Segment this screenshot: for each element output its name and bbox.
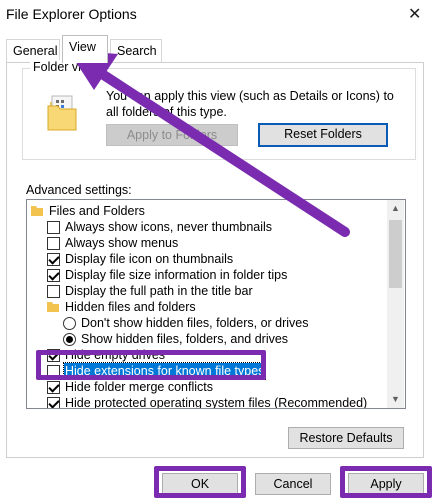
setting-hide-merge-conflicts[interactable]: Hide folder merge conflicts xyxy=(27,379,387,395)
scroll-thumb[interactable] xyxy=(389,220,402,288)
setting-show-hidden[interactable]: Show hidden files, folders, and drives xyxy=(27,331,387,347)
setting-dont-show-hidden[interactable]: Don't show hidden files, folders, or dri… xyxy=(27,315,387,331)
title-bar: File Explorer Options ✕ xyxy=(0,0,432,30)
close-icon[interactable]: ✕ xyxy=(408,4,421,24)
setting-label: Hide extensions for known file types xyxy=(62,362,267,380)
checkbox[interactable] xyxy=(47,285,60,298)
apply-to-folders-button[interactable]: Apply to Folders xyxy=(106,124,238,146)
folder-views-icon xyxy=(47,95,77,131)
setting-label: Display file icon on thumbnails xyxy=(65,252,234,266)
checkbox[interactable] xyxy=(47,349,60,362)
checkbox[interactable] xyxy=(47,397,60,408)
setting-label: Display the full path in the title bar xyxy=(65,284,253,298)
checkbox[interactable] xyxy=(47,269,60,282)
checkbox[interactable] xyxy=(47,253,60,266)
setting-label: Hide empty drives xyxy=(65,348,166,362)
tree-label: Files and Folders xyxy=(49,204,145,218)
tab-search[interactable]: Search xyxy=(110,39,162,63)
setting-label: Don't show hidden files, folders, or dri… xyxy=(81,316,309,330)
setting-hide-empty-drives[interactable]: Hide empty drives xyxy=(27,347,387,363)
setting-label: Hide folder merge conflicts xyxy=(65,380,213,394)
setting-label: Always show menus xyxy=(65,236,179,250)
window-title: File Explorer Options xyxy=(6,6,137,22)
tree-folder-files-and-folders: Files and Folders xyxy=(27,203,387,219)
scroll-down-icon[interactable]: ▼ xyxy=(387,391,404,408)
setting-display-full-path[interactable]: Display the full path in the title bar xyxy=(27,283,387,299)
setting-label: Always show icons, never thumbnails xyxy=(65,220,273,234)
folder-icon xyxy=(31,206,43,216)
setting-always-show-icons[interactable]: Always show icons, never thumbnails xyxy=(27,219,387,235)
scroll-up-icon[interactable]: ▲ xyxy=(387,200,404,217)
radio-button[interactable] xyxy=(63,317,76,330)
scrollbar[interactable]: ▲ ▼ xyxy=(387,200,404,408)
setting-hide-extensions[interactable]: Hide extensions for known file types xyxy=(27,362,387,380)
tree-label: Hidden files and folders xyxy=(65,300,196,314)
restore-defaults-button[interactable]: Restore Defaults xyxy=(288,427,404,449)
tab-view[interactable]: View xyxy=(62,35,108,63)
setting-label: Show hidden files, folders, and drives xyxy=(81,332,289,346)
setting-hide-protected-files[interactable]: Hide protected operating system files (R… xyxy=(27,395,387,409)
checkbox[interactable] xyxy=(47,381,60,394)
advanced-settings-list[interactable]: Files and Folders Always show icons, nev… xyxy=(26,199,406,409)
folder-icon xyxy=(47,302,59,312)
apply-button[interactable]: Apply xyxy=(348,473,424,495)
reset-folders-button[interactable]: Reset Folders xyxy=(258,123,388,147)
radio-button[interactable] xyxy=(63,333,76,346)
setting-display-file-size[interactable]: Display file size information in folder … xyxy=(27,267,387,283)
setting-label: Hide protected operating system files (R… xyxy=(65,396,368,409)
cancel-button[interactable]: Cancel xyxy=(255,473,331,495)
setting-always-show-menus[interactable]: Always show menus xyxy=(27,235,387,251)
setting-label: Display file size information in folder … xyxy=(65,268,288,282)
hide-extensions-checkbox[interactable] xyxy=(47,365,60,378)
folder-views-description: You can apply this view (such as Details… xyxy=(106,89,394,119)
advanced-settings-label: Advanced settings: xyxy=(26,183,132,197)
ok-button[interactable]: OK xyxy=(162,473,238,495)
tree-folder-hidden-files: Hidden files and folders xyxy=(27,299,387,315)
checkbox[interactable] xyxy=(47,221,60,234)
setting-display-file-icon[interactable]: Display file icon on thumbnails xyxy=(27,251,387,267)
checkbox[interactable] xyxy=(47,237,60,250)
